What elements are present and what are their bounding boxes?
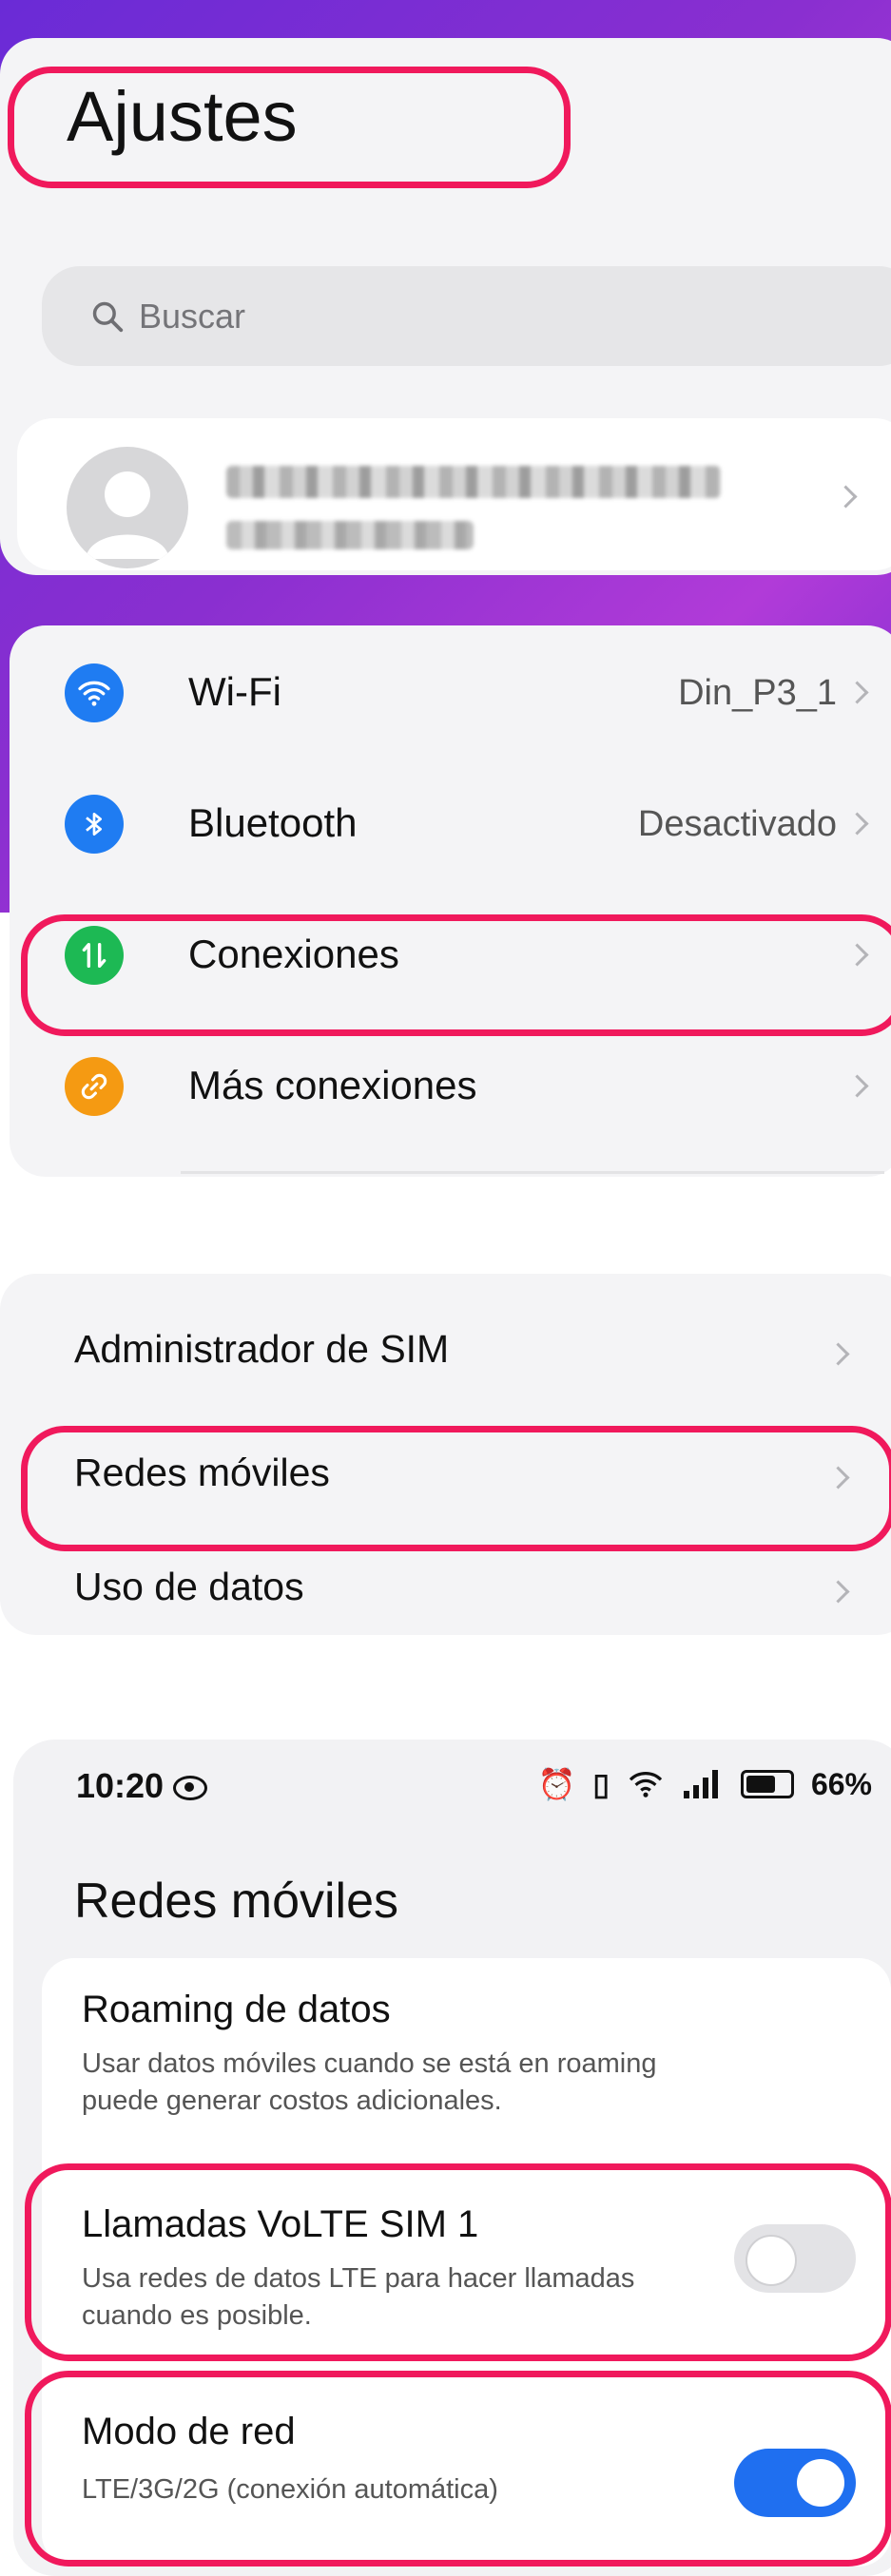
battery-percent: 66% [810, 1766, 872, 1801]
bluetooth-row[interactable]: Bluetooth Desactivado [10, 757, 891, 888]
bluetooth-label: Bluetooth [188, 800, 358, 845]
wifi-status-icon [629, 1772, 663, 1797]
account-row[interactable] [17, 418, 891, 570]
highlight-volte [25, 2163, 891, 2361]
eye-icon [173, 1776, 208, 1801]
highlight-mobile-networks [21, 1426, 891, 1551]
bluetooth-value: Desactivado [637, 804, 837, 844]
chevron-right-icon [845, 1074, 869, 1098]
highlight-title [8, 67, 571, 188]
wifi-label: Wi-Fi [188, 669, 281, 714]
more-connections-row[interactable]: Más conexiones [10, 1019, 891, 1150]
data-roaming-title[interactable]: Roaming de datos [82, 1989, 391, 2031]
chevron-right-icon [845, 812, 869, 836]
avatar [67, 447, 188, 568]
sim-manager-label: Administrador de SIM [74, 1327, 450, 1371]
vibrate-icon: ▯ [592, 1767, 610, 1801]
highlight-connections [21, 914, 891, 1036]
bluetooth-icon [65, 795, 124, 854]
chevron-right-icon [826, 1342, 850, 1366]
account-name-blurred [226, 466, 721, 498]
alarm-icon: ⏰ [537, 1767, 576, 1801]
chevron-right-icon [845, 681, 869, 704]
mobile-networks-title: Redes móviles [74, 1874, 399, 1929]
time-text: 10:20 [76, 1766, 165, 1805]
search-input[interactable]: Buscar [42, 266, 891, 366]
data-roaming-desc: Usar datos móviles cuando se está en roa… [82, 2048, 657, 2117]
status-time: 10:20 [76, 1766, 208, 1806]
account-id-blurred [226, 521, 474, 549]
data-usage-label: Uso de datos [74, 1565, 304, 1608]
chevron-right-icon [834, 485, 858, 509]
link-icon [65, 1057, 124, 1116]
battery-icon [740, 1770, 794, 1798]
connectivity-card: Wi-Fi Din_P3_1 Bluetooth Desactivado Con… [10, 625, 891, 1177]
wifi-value: Din_P3_1 [678, 673, 837, 713]
more-connections-label: Más conexiones [188, 1063, 477, 1107]
signal-icon [683, 1770, 718, 1798]
search-icon [92, 301, 124, 332]
wifi-icon [65, 663, 124, 722]
user-icon [86, 471, 169, 559]
chevron-right-icon [826, 1580, 850, 1604]
divider [181, 1171, 884, 1174]
search-placeholder: Buscar [139, 296, 246, 336]
status-icons: ⏰ ▯ 66% [538, 1766, 873, 1802]
wifi-row[interactable]: Wi-Fi Din_P3_1 [10, 625, 891, 757]
highlight-network-mode [25, 2371, 891, 2566]
sim-manager-row[interactable]: Administrador de SIM [0, 1293, 891, 1407]
